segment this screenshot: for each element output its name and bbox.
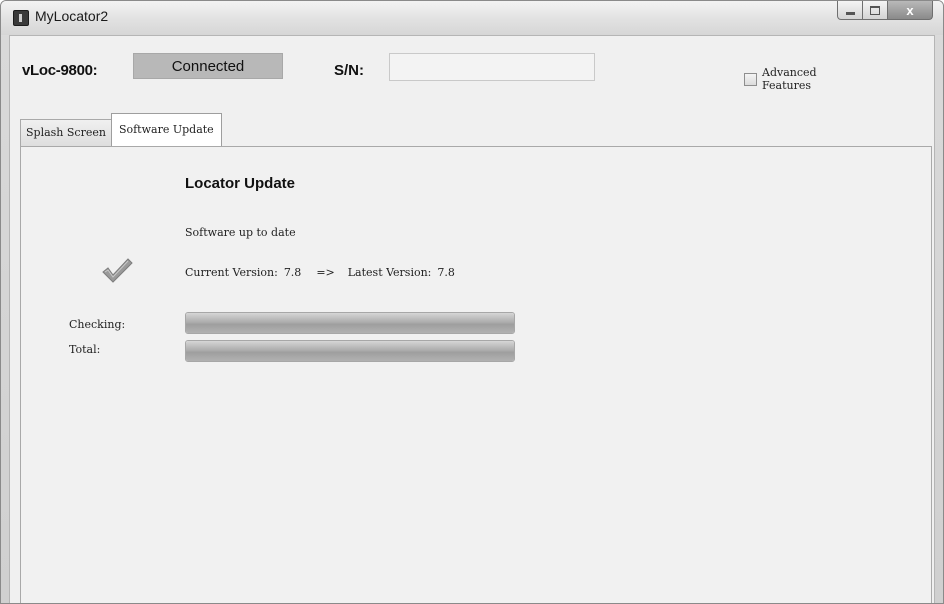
checkmark-icon [102,258,133,283]
version-arrow: => [316,266,335,279]
total-progress-bar [185,340,515,362]
tab-strip: Splash Screen Software Update [20,113,222,146]
section-title: Locator Update [185,175,296,192]
latest-version-label: Latest Version: [347,266,432,279]
serial-number-field[interactable] [389,53,595,81]
close-button[interactable]: x [888,1,933,20]
connection-status: Connected [133,53,283,79]
client-area: vLoc-9800: Connected S/N: Advanced Featu… [9,35,935,603]
app-icon[interactable] [13,10,29,26]
total-label: Total: [69,343,101,356]
caption-buttons: x [837,1,933,21]
checking-label: Checking: [69,318,126,331]
latest-version-value: 7.8 [437,266,455,279]
app-window: MyLocator2 x vLoc-9800: Connected S/N: A… [0,0,944,604]
minimize-button[interactable] [837,1,863,20]
update-status-text: Software up to date [185,226,296,239]
checking-progress-bar [185,312,515,334]
current-version-value: 7.8 [283,266,302,279]
window-title: MyLocator2 [35,8,109,24]
title-bar[interactable]: MyLocator2 x [1,1,943,35]
close-icon: x [906,2,914,18]
advanced-features-checkbox[interactable] [744,73,757,86]
software-update-panel: Locator Update Software up to date Curre… [20,146,932,603]
total-progress-fill [186,341,514,361]
minimize-icon [845,11,855,15]
current-version-label: Current Version: [185,266,278,279]
device-label: vLoc-9800: [22,62,98,79]
checking-progress-fill [186,313,514,333]
connection-status-text: Connected [171,57,245,75]
version-line: Current Version: 7.8 => Latest Version: … [185,266,455,279]
serial-label: S/N: [334,62,364,79]
tab-software-update[interactable]: Software Update [110,113,222,146]
advanced-features-label[interactable]: Advanced Features [762,66,842,92]
maximize-button[interactable] [863,1,888,20]
tab-splash-screen[interactable]: Splash Screen [20,119,112,146]
maximize-icon [870,5,880,15]
